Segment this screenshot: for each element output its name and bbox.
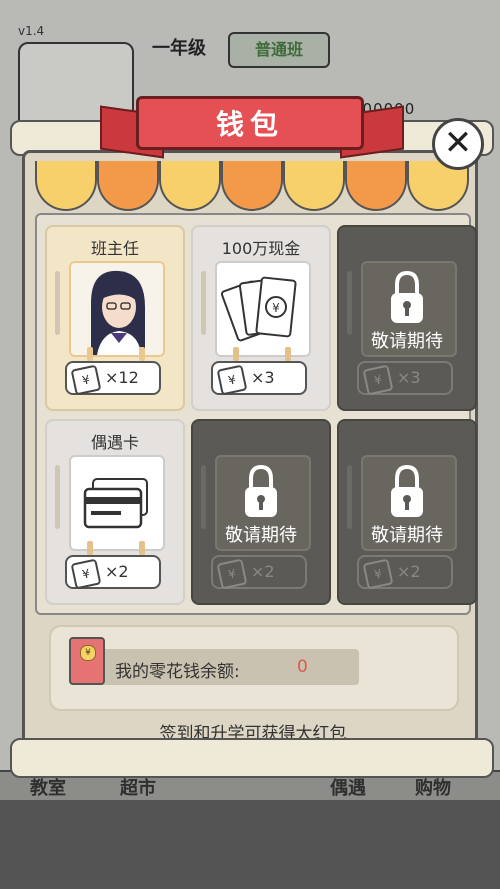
red-envelope-icon: ¥ <box>69 637 105 685</box>
card-count: ¥ ×2 <box>211 555 307 590</box>
awning-scallop <box>35 161 97 211</box>
awning-scallop <box>283 161 345 211</box>
card-count: ¥ ×12 <box>65 361 161 396</box>
ticket-icon: ¥ <box>70 558 102 590</box>
wallet-modal: 班主任 ¥ ×12 100万现金 ¥ ¥ ×3 敬请期待 ¥ ×3 偶遇卡 ¥ … <box>10 120 494 778</box>
close-button[interactable]: ✕ <box>432 118 484 170</box>
card-hook <box>139 347 145 361</box>
wallet-title: 钱包 <box>215 108 284 141</box>
lock-wrap <box>193 463 329 527</box>
card-cash[interactable]: 100万现金 ¥ ¥ ×3 <box>191 225 331 411</box>
card-title: 偶遇卡 <box>90 433 139 452</box>
card-locked-ticket: 敬请期待 ¥ ×3 <box>337 225 477 411</box>
awning-scallop <box>159 161 221 211</box>
card-locked-coin: 敬请期待 ¥ ×2 <box>191 419 331 605</box>
card-hook <box>87 347 93 361</box>
wallet-frame: 班主任 ¥ ×12 100万现金 ¥ ¥ ×3 敬请期待 ¥ ×3 偶遇卡 ¥ … <box>22 150 478 750</box>
count-value: ×2 <box>397 562 421 581</box>
svg-text:¥: ¥ <box>272 301 280 315</box>
balance-value: 0 <box>297 657 308 677</box>
awning <box>35 161 471 211</box>
card-hook <box>233 347 239 361</box>
balance-label: 我的零花钱余额: <box>115 662 240 682</box>
coming-soon-text: 敬请期待 <box>371 331 443 352</box>
teacher-portrait <box>69 261 165 357</box>
count-value: ×2 <box>105 562 129 581</box>
card-hook <box>285 347 291 361</box>
card-grid: 班主任 ¥ ×12 100万现金 ¥ ¥ ×3 敬请期待 ¥ ×3 偶遇卡 ¥ … <box>35 213 477 615</box>
floor <box>0 800 500 889</box>
card-head-teacher[interactable]: 班主任 ¥ ×12 <box>45 225 185 411</box>
card-rail <box>55 465 60 529</box>
card-hook <box>87 541 93 555</box>
ribbon-banner: 钱包 <box>136 96 364 150</box>
grade-label: 一年级 <box>152 38 206 59</box>
card-encounter[interactable]: 偶遇卡 ¥ ×2 <box>45 419 185 605</box>
count-value: ×12 <box>105 368 139 387</box>
coming-soon-text: 敬请期待 <box>371 525 443 546</box>
card-locked-coins: 敬请期待 ¥ ×2 <box>337 419 477 605</box>
card-rail <box>55 271 60 335</box>
bank-card-icon <box>69 455 165 551</box>
card-count: ¥ ×3 <box>357 361 453 396</box>
card-hook <box>139 541 145 555</box>
card-count: ¥ ×3 <box>211 361 307 396</box>
count-value: ×3 <box>397 368 421 387</box>
ticket-icon: ¥ <box>70 364 102 396</box>
padlock-icon <box>391 464 423 517</box>
ticket-icon: ¥ <box>362 364 394 396</box>
awning-scallop <box>221 161 283 211</box>
ticket-icon: ¥ <box>362 558 394 590</box>
balance-box: ¥ 我的零花钱余额: 0 <box>49 625 459 711</box>
awning-scallop <box>345 161 407 211</box>
card-count: ¥ ×2 <box>65 555 161 590</box>
title-ribbon: 钱包 <box>100 92 404 162</box>
scroll-bottom-edge <box>10 738 494 778</box>
padlock-icon <box>391 270 423 323</box>
coin-icon: ¥ <box>80 645 96 661</box>
padlock-icon <box>245 464 277 517</box>
card-title: 100万现金 <box>221 239 301 258</box>
count-value: ×2 <box>251 562 275 581</box>
card-title: 班主任 <box>90 239 139 258</box>
ticket-icon: ¥ <box>216 558 248 590</box>
lock-wrap <box>339 269 475 333</box>
lock-wrap <box>339 463 475 527</box>
cash-stack-icon: ¥ <box>215 261 311 357</box>
coming-soon-text: 敬请期待 <box>225 525 297 546</box>
version-label: v1.4 <box>18 24 45 38</box>
ticket-icon: ¥ <box>216 364 248 396</box>
awning-scallop <box>97 161 159 211</box>
class-sign: 普通班 <box>228 32 330 68</box>
count-value: ×3 <box>251 368 275 387</box>
card-rail <box>201 271 206 335</box>
card-count: ¥ ×2 <box>357 555 453 590</box>
